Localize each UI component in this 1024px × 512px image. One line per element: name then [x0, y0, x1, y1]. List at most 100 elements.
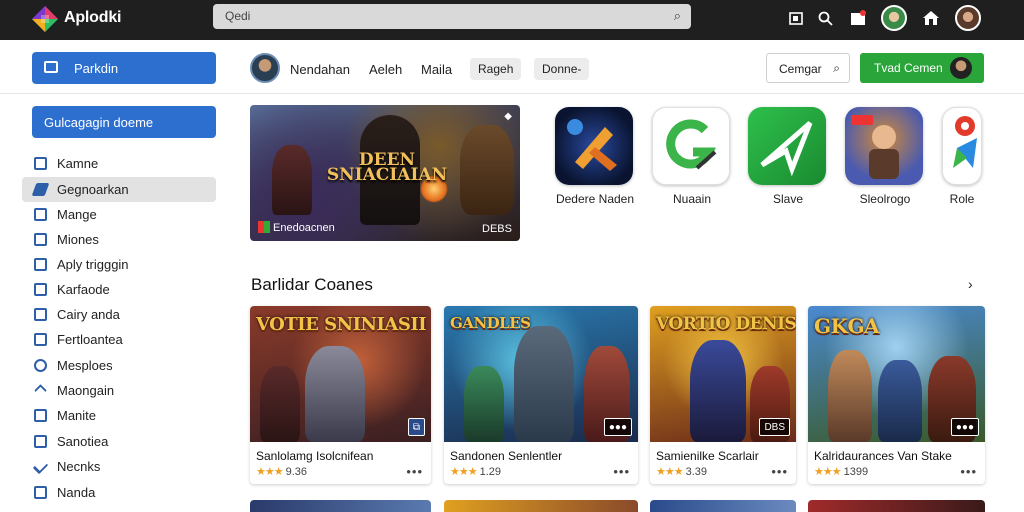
square-icon: [34, 308, 47, 321]
game-rating-value: 1399: [843, 466, 869, 478]
app-icon-5: [942, 107, 982, 185]
more-options-icon[interactable]: •••: [406, 464, 423, 479]
sidebar-item-nanda[interactable]: Nanda: [22, 480, 216, 505]
app-logo-icon[interactable]: [30, 4, 60, 34]
sidebar-item-label: Kamne: [57, 156, 99, 171]
sidebar-item-label: Cairy anda: [57, 307, 120, 322]
sidebar-secondary-label: Gulcagagin doeme: [44, 115, 154, 130]
search-icon[interactable]: [814, 7, 836, 29]
filter-chip-1[interactable]: Rageh: [470, 58, 522, 80]
sidebar-item-label: Aply trigggin: [57, 257, 129, 272]
search-icon: ⌕: [833, 61, 840, 75]
profile-avatar-icon[interactable]: [881, 5, 907, 31]
hero-more-icon[interactable]: ◆: [504, 111, 512, 122]
game-card-peek[interactable]: [444, 500, 638, 512]
calendar-icon[interactable]: [785, 7, 807, 29]
more-options-icon[interactable]: •••: [613, 464, 630, 479]
app-label: Role: [949, 192, 975, 206]
home-icon[interactable]: [920, 7, 942, 29]
app-icon-2: [652, 107, 730, 185]
brand-name[interactable]: Aplodki: [64, 9, 121, 27]
green-button-label: Tvad Cemen: [874, 61, 943, 75]
hero-caption-text: Enedoacnen: [273, 222, 335, 234]
nav-link-3[interactable]: Maila: [421, 62, 452, 77]
sidebar-item-fertloantea[interactable]: Fertloantea: [22, 327, 216, 352]
section-title: Barlidar Coanes: [251, 275, 373, 294]
sidebar-item-aply-trigggin[interactable]: Aply trigggin: [22, 252, 216, 277]
game-art-title: GKGA: [814, 314, 880, 338]
sidebar-item-miones[interactable]: Miones: [22, 227, 216, 252]
gift-icon[interactable]: [847, 7, 869, 29]
app-label: Nuaain: [672, 192, 712, 206]
game-title: Kalridaurances Van Stake: [814, 449, 952, 463]
game-rating: ★★★ 1399: [814, 465, 868, 478]
game-card-peek[interactable]: [650, 500, 796, 512]
app-label: Slave: [772, 192, 804, 206]
sidebar-item-label: Sanotiea: [57, 434, 109, 449]
search-bar[interactable]: Qedi ⌕: [213, 4, 691, 29]
green-action-button[interactable]: Tvad Cemen: [860, 53, 984, 83]
sidebar-item-necnks[interactable]: Necnks: [22, 454, 216, 479]
compare-button[interactable]: Cemgar ⌕: [766, 53, 850, 83]
folder-icon: [34, 157, 47, 170]
game-rating-value: 3.39: [685, 466, 708, 478]
sidebar-primary-button[interactable]: Parkdin: [32, 52, 216, 84]
game-art-title: VOTIE SNINIASII: [256, 314, 427, 335]
game-art-title: VORTIO DENIS: [656, 314, 796, 334]
square-icon: [34, 333, 47, 346]
sidebar-item-label: Fertloantea: [57, 332, 123, 347]
home-icon: [34, 233, 47, 246]
game-art-title: GANDLES: [450, 314, 531, 332]
sidebar-item-gegnoarkan[interactable]: Gegnoarkan: [22, 177, 216, 202]
app-tile-5[interactable]: Role: [942, 107, 982, 207]
game-card-art: VOTIE SNINIASII: [250, 306, 431, 442]
game-card-peek[interactable]: [808, 500, 985, 512]
more-options-icon[interactable]: •••: [771, 464, 788, 479]
sidebar-secondary-button[interactable]: Gulcagagin doeme: [32, 106, 216, 138]
game-character: [260, 366, 300, 442]
more-options-icon[interactable]: •••: [960, 464, 977, 479]
game-card-3[interactable]: VORTIO DENIS DBS Samienilke Scarlair ★★★…: [650, 306, 796, 484]
sidebar-item-cairy-anda[interactable]: Cairy anda: [22, 302, 216, 327]
compare-button-label: Cemgar: [779, 62, 822, 76]
game-card-peek[interactable]: [250, 500, 431, 512]
sidebar-item-karfaode[interactable]: Karfaode: [22, 277, 216, 302]
sidebar-item-kamne[interactable]: Kamne: [22, 151, 216, 176]
sidebar-item-mesploes[interactable]: Mesploes: [22, 353, 216, 378]
chevron-right-icon[interactable]: ›: [968, 276, 973, 292]
check-box-icon: [34, 409, 47, 422]
app-tile-1[interactable]: Dedere Naden: [555, 107, 635, 207]
square-icon: [34, 258, 47, 271]
game-badge: DBS: [759, 418, 790, 436]
sidebar-item-manite[interactable]: Manite: [22, 403, 216, 428]
game-card-4[interactable]: GKGA ●●● Kalridaurances Van Stake ★★★ 139…: [808, 306, 985, 484]
app-tile-3[interactable]: Slave: [748, 107, 828, 207]
app-tile-2[interactable]: Nuaain: [652, 107, 732, 207]
game-rating-value: 1.29: [479, 466, 502, 478]
game-badge: ●●●: [950, 418, 979, 436]
square-icon: [34, 486, 47, 499]
sidebar-item-mange[interactable]: Mange: [22, 202, 216, 227]
game-rating: ★★★ 9.36: [256, 465, 307, 478]
box-icon: [34, 208, 47, 221]
hero-banner[interactable]: DEEN SNIACIAIAN ◆ Enedoacnen DEBS: [250, 105, 520, 241]
game-rating: ★★★ 1.29: [450, 465, 501, 478]
nav-link-1[interactable]: Nendahan: [290, 62, 350, 77]
search-clear-icon[interactable]: ⌕: [674, 8, 681, 24]
game-card-1[interactable]: VOTIE SNINIASII ⧉ Sanlolamg Isolcnifean …: [250, 306, 431, 484]
app-label: Dedere Naden: [555, 192, 635, 206]
check-icon: [32, 458, 49, 475]
sidebar-item-label: Mesploes: [57, 358, 113, 373]
sidebar-item-sanotiea[interactable]: Sanotiea: [22, 429, 216, 454]
game-card-2[interactable]: GANDLES ●●● Sandonen Senlentler ★★★ 1.29 …: [444, 306, 638, 484]
sidebar-item-maongain[interactable]: Maongain: [22, 378, 216, 403]
game-character: [464, 366, 504, 442]
sidebar-item-label: Manite: [57, 408, 97, 423]
search-input[interactable]: Qedi: [225, 9, 250, 23]
nav-link-2[interactable]: Aeleh: [369, 62, 402, 77]
sidebar-item-label: Nanda: [57, 485, 96, 500]
filter-chip-2[interactable]: Donne-: [534, 58, 590, 80]
sidebar-item-label: Mange: [57, 207, 97, 222]
user-avatar[interactable]: [250, 53, 280, 83]
user-avatar-icon[interactable]: [955, 5, 981, 31]
